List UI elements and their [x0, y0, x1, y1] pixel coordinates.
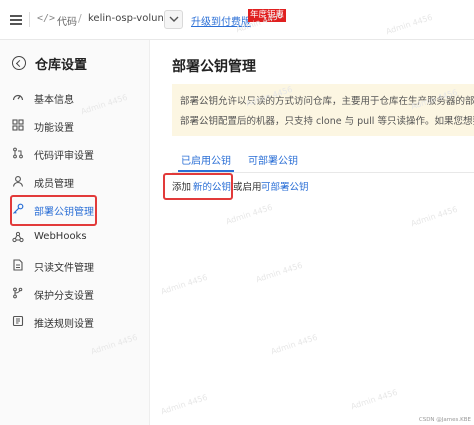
gauge-icon [12, 94, 24, 101]
divider [29, 12, 30, 27]
sidebar-item-push-rules[interactable]: 推送规则设置 [10, 310, 140, 334]
corner-credit: CSDN @James.KBE [418, 417, 471, 423]
sidebar-item-protected-branches[interactable]: 保护分支设置 [10, 282, 140, 306]
user-icon [12, 176, 24, 187]
sidebar-item-label: 功能设置 [34, 123, 74, 134]
deployable-keys-link[interactable]: 可部署公钥 [261, 179, 309, 193]
sidebar-title: 仓库设置 [35, 58, 88, 73]
repo-dropdown-button[interactable] [164, 10, 183, 29]
info-notice: 部署公钥允许以只读的方式访问仓库，主要用于仓库在生产服务器的部署 部署公钥配置后… [172, 84, 474, 136]
protected-branch-icon [13, 287, 23, 299]
sidebar-item-label: 保护分支设置 [34, 291, 94, 302]
sidebar-item-label: 部署公钥管理 [34, 207, 94, 218]
push-rule-icon [12, 315, 24, 327]
readonly-file-icon [13, 259, 23, 271]
notice-line-2: 部署公钥配置后的机器，只支持 clone 与 pull 等只读操作。如果您想要对 [180, 116, 474, 127]
sidebar-item-members[interactable]: 成员管理 [10, 170, 140, 194]
action-middle: 或启用 [233, 182, 262, 193]
key-icon [13, 203, 24, 214]
breadcrumb-code[interactable]: 代码 [57, 13, 77, 28]
upgrade-link[interactable]: 升级到付费版 [191, 13, 251, 28]
sidebar-item-label: WebHooks [34, 231, 87, 242]
sidebar-item-label: 只读文件管理 [34, 263, 94, 274]
grid-icon [12, 119, 24, 131]
sidebar-item-label: 基本信息 [34, 95, 74, 106]
sidebar-item-deploy-keys[interactable]: 部署公钥管理 [10, 198, 140, 222]
sidebar-item-features[interactable]: 功能设置 [10, 114, 140, 138]
merge-request-icon [13, 147, 23, 159]
tab-enabled-keys[interactable]: 已启用公钥 [181, 152, 231, 167]
settings-sidebar: 仓库设置 基本信息 功能设置 代码评审设置 成员管理 部署公钥管理 WebHoo… [0, 40, 150, 425]
notice-line-1: 部署公钥允许以只读的方式访问仓库，主要用于仓库在生产服务器的部署 [180, 96, 474, 107]
sidebar-item-basic-info[interactable]: 基本信息 [10, 86, 140, 110]
sidebar-item-label: 成员管理 [34, 179, 74, 190]
new-key-link[interactable]: 新的公钥 [193, 179, 231, 193]
code-icon: </> [37, 13, 56, 24]
sidebar-item-label: 代码评审设置 [34, 151, 94, 162]
menu-icon[interactable] [8, 12, 24, 28]
main-content: 部署公钥管理 部署公钥允许以只读的方式访问仓库，主要用于仓库在生产服务器的部署 … [151, 40, 474, 425]
back-arrow-icon[interactable] [12, 56, 26, 70]
sidebar-item-code-review[interactable]: 代码评审设置 [10, 142, 140, 166]
tab-deployable-keys[interactable]: 可部署公钥 [248, 152, 298, 167]
promo-badge: 年度钜惠 [248, 9, 287, 22]
breadcrumb-separator: / [78, 12, 82, 25]
action-prefix: 添加 [172, 182, 192, 193]
sidebar-item-webhooks[interactable]: WebHooks [10, 226, 140, 250]
tab-bar: 已启用公钥 可部署公钥 [172, 145, 474, 173]
chevron-down-icon [169, 16, 179, 22]
page-title: 部署公钥管理 [172, 59, 256, 75]
active-tab-indicator [178, 170, 234, 172]
webhook-icon [12, 231, 24, 243]
sidebar-item-label: 推送规则设置 [34, 319, 94, 330]
top-bar: </> 代码 / kelin-osp-volunt... 升级到付费版 年度钜惠 [0, 0, 474, 40]
sidebar-item-readonly-files[interactable]: 只读文件管理 [10, 254, 140, 278]
